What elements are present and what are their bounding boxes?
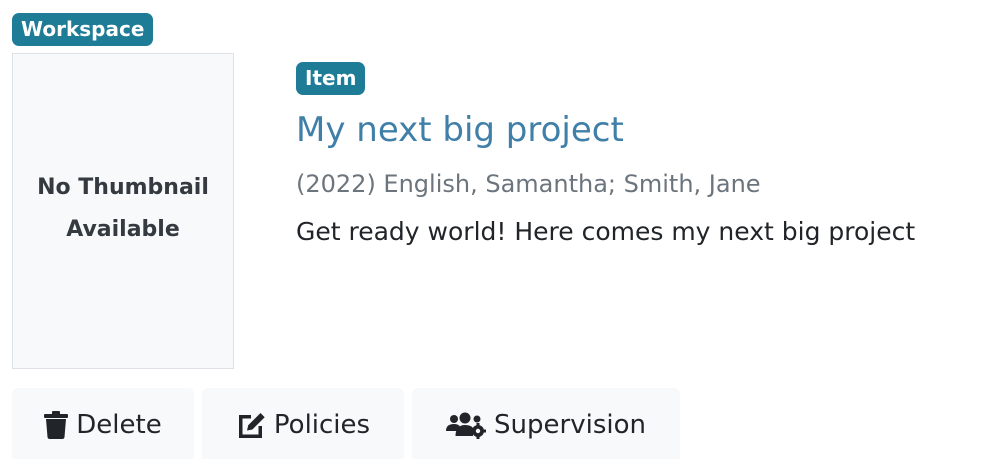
supervision-button-label: Supervision <box>494 410 646 440</box>
thumbnail-text-line2: Available <box>66 217 180 242</box>
item-description: Get ready world! Here comes my next big … <box>296 217 916 246</box>
thumbnail-text-line1: No Thumbnail <box>37 175 209 200</box>
delete-button[interactable]: Delete <box>12 388 194 459</box>
item-badge: Item <box>296 62 366 95</box>
policies-button-label: Policies <box>273 410 371 440</box>
trash-icon <box>44 411 69 439</box>
item-title-link[interactable]: My next big project <box>296 107 624 153</box>
item-card: Workspace No Thumbnail Available Item My… <box>0 0 1000 459</box>
item-meta: (2022) English, Samantha; Smith, Jane <box>296 170 761 198</box>
supervision-button[interactable]: Supervision <box>412 388 680 459</box>
edit-icon <box>238 413 265 438</box>
workspace-badge: Workspace <box>12 13 154 46</box>
policies-button[interactable]: Policies <box>202 388 404 459</box>
users-cog-icon <box>446 412 487 439</box>
thumbnail-placeholder: No Thumbnail Available <box>12 53 234 369</box>
thumbnail-text: No Thumbnail Available <box>28 167 218 255</box>
delete-button-label: Delete <box>76 410 162 440</box>
